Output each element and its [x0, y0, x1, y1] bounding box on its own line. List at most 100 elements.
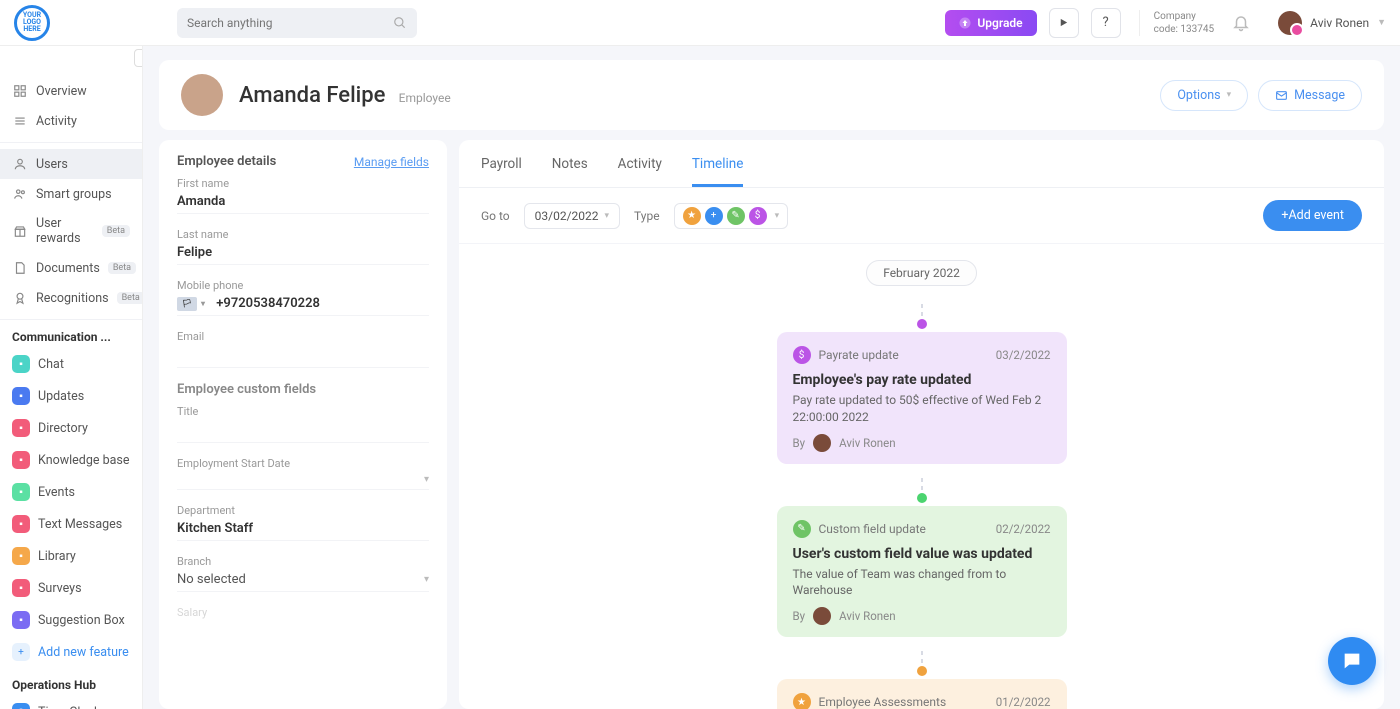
message-button[interactable]: Message [1258, 80, 1362, 111]
feature-icon: ▪ [12, 451, 30, 469]
profile-header: Amanda Felipe Employee Options ▾ Message [159, 60, 1384, 130]
sidebar-item-suggestion-box[interactable]: ▪Suggestion Box [0, 604, 142, 636]
type-chip-assessment: ★ [683, 207, 701, 225]
sidebar-item-activity[interactable]: Activity [0, 106, 142, 136]
chevron-down-icon: ▾ [775, 211, 780, 221]
help-button[interactable]: ? [1091, 8, 1121, 38]
chevron-down-icon: ▾ [424, 574, 429, 585]
sidebar-item-knowledge-base[interactable]: ▪Knowledge base [0, 444, 142, 476]
event-type-label: Employee Assessments [819, 695, 947, 709]
feature-icon: ▪ [12, 419, 30, 437]
tab-activity[interactable]: Activity [618, 152, 662, 187]
sidebar-item-users[interactable]: Users [0, 149, 142, 179]
sidebar-item-text-messages[interactable]: ▪Text Messages [0, 508, 142, 540]
email-label: Email [177, 330, 429, 343]
feature-icon: ▪ [12, 387, 30, 405]
type-chip-custom: ✎ [727, 207, 745, 225]
search-icon [393, 16, 407, 30]
main: Amanda Felipe Employee Options ▾ Message… [143, 46, 1400, 709]
manage-fields-link[interactable]: Manage fields [354, 155, 429, 169]
sidebar-item-recognitions[interactable]: Recognitions Beta [0, 283, 142, 313]
options-button[interactable]: Options ▾ [1160, 80, 1248, 111]
grid-icon [12, 83, 28, 99]
author-avatar [813, 434, 831, 452]
event-title: User's custom field value was updated [793, 546, 1051, 562]
sidebar-item-updates[interactable]: ▪Updates [0, 380, 142, 412]
notifications-button[interactable] [1226, 14, 1256, 32]
email-field[interactable] [177, 347, 429, 363]
chat-fab[interactable] [1328, 637, 1376, 685]
sidebar-item-timeclock[interactable]: ◷ Time Clock [0, 696, 142, 709]
upgrade-icon [959, 17, 971, 29]
department-field[interactable]: Kitchen Staff [177, 521, 429, 536]
chevron-down-icon[interactable]: ▾ [201, 299, 205, 308]
event-type-icon: ★ [793, 693, 811, 709]
mobile-label: Mobile phone [177, 279, 429, 292]
sidebar-item-documents[interactable]: Documents Beta [0, 253, 142, 283]
tab-payroll[interactable]: Payroll [481, 152, 522, 187]
beta-badge: Beta [117, 292, 143, 304]
add-feature-button[interactable]: + Add new feature [0, 636, 142, 668]
timeline-card[interactable]: $Payrate update03/2/2022Employee's pay r… [777, 332, 1067, 464]
first-name-field[interactable]: Amanda [177, 194, 429, 209]
sidebar-item-chat[interactable]: ▪Chat [0, 348, 142, 380]
profile-avatar[interactable] [181, 74, 223, 116]
user-name: Aviv Ronen [1310, 16, 1369, 30]
title-label: Title [177, 405, 429, 418]
sidebar-item-surveys[interactable]: ▪Surveys [0, 572, 142, 604]
start-date-label: Employment Start Date [177, 457, 429, 470]
branch-label: Branch [177, 555, 429, 568]
feature-icon: ▪ [12, 483, 30, 501]
branch-field[interactable]: No selected▾ [177, 572, 429, 587]
tab-notes[interactable]: Notes [552, 152, 588, 187]
search-box[interactable] [177, 8, 417, 38]
user-icon [12, 156, 28, 172]
chevron-down-icon: ▾ [1227, 90, 1232, 100]
type-label: Type [634, 209, 660, 223]
first-name-label: First name [177, 177, 429, 190]
type-chip-add: + [705, 207, 723, 225]
title-field[interactable] [177, 422, 429, 438]
event-description: Pay rate updated to 50$ effective of Wed… [793, 392, 1051, 426]
sidebar-collapse-button[interactable]: ‹ [134, 49, 143, 67]
add-event-button[interactable]: +Add event [1263, 200, 1362, 231]
timeline-card[interactable]: ★Employee Assessments01/2/20221st quarte… [777, 679, 1067, 709]
award-icon [12, 290, 28, 306]
mobile-field[interactable]: 🏳▾ +9720538470228 [177, 296, 429, 311]
event-author: ByAviv Ronen [793, 607, 1051, 625]
tab-timeline[interactable]: Timeline [692, 152, 744, 187]
event-date: 01/2/2022 [996, 695, 1051, 709]
sidebar-heading-operations: Operations Hub [0, 668, 142, 696]
goto-label: Go to [481, 209, 510, 223]
feature-icon: ▪ [12, 515, 30, 533]
custom-fields-heading: Employee custom fields [177, 382, 429, 397]
sidebar-item-overview[interactable]: Overview [0, 76, 142, 106]
company-code: Company code: 133745 [1139, 10, 1215, 36]
profile-role: Employee [399, 91, 451, 105]
event-date: 02/2/2022 [996, 522, 1051, 536]
type-filter[interactable]: ★ + ✎ $ ▾ [674, 203, 789, 229]
message-icon [1275, 89, 1288, 102]
timeline-panel: Payroll Notes Activity Timeline Go to 03… [459, 140, 1384, 709]
timeline-card[interactable]: ✎Custom field update02/2/2022User's cust… [777, 506, 1067, 638]
start-date-field[interactable]: ▾ [177, 474, 429, 485]
logo[interactable]: YOUR LOGO HERE [14, 5, 50, 41]
timeline-body: February 2022 $Payrate update03/2/2022Em… [459, 244, 1384, 709]
list-icon [12, 113, 28, 129]
upgrade-button[interactable]: Upgrade [945, 10, 1036, 36]
sidebar-item-smart-groups[interactable]: Smart groups [0, 179, 142, 209]
last-name-field[interactable]: Felipe [177, 245, 429, 260]
user-avatar [1278, 11, 1302, 35]
goto-date-picker[interactable]: 03/02/2022 ▾ [524, 203, 620, 229]
user-menu[interactable]: Aviv Ronen ▼ [1278, 11, 1386, 35]
event-type-label: Custom field update [819, 522, 926, 536]
tabs: Payroll Notes Activity Timeline [459, 140, 1384, 188]
clock-icon: ◷ [12, 703, 30, 709]
sidebar-item-library[interactable]: ▪Library [0, 540, 142, 572]
sidebar-item-events[interactable]: ▪Events [0, 476, 142, 508]
sidebar-item-directory[interactable]: ▪Directory [0, 412, 142, 444]
play-button[interactable] [1049, 8, 1079, 38]
search-input[interactable] [187, 16, 367, 30]
feature-icon: ▪ [12, 579, 30, 597]
sidebar-item-user-rewards[interactable]: User rewards Beta [0, 209, 142, 253]
